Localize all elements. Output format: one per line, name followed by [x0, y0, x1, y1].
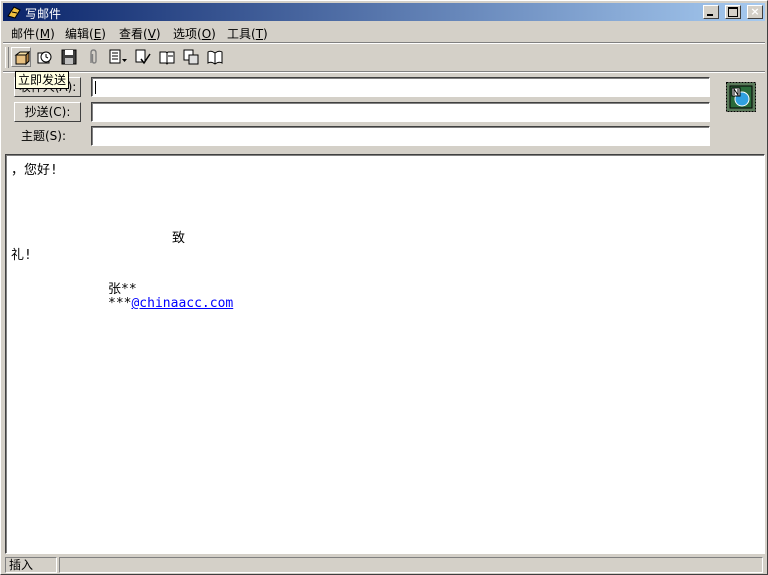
minimize-button[interactable] — [703, 5, 720, 19]
status-bar: 插入 — [3, 556, 765, 574]
closing-text-2: 礼! — [11, 248, 32, 263]
book-icon[interactable] — [205, 47, 225, 67]
send-later-icon[interactable] — [35, 47, 55, 67]
menu-edit[interactable]: 编辑(E) — [65, 25, 106, 42]
format-dropdown-icon[interactable] — [107, 47, 131, 67]
menu-bar: 邮件(M) 编辑(E) 查看(V) 选项(O) 工具(T) — [3, 23, 765, 42]
menu-view[interactable]: 查看(V) — [119, 25, 161, 42]
toolbar — [5, 46, 765, 70]
subject-field[interactable] — [91, 126, 710, 146]
copy-icon[interactable] — [181, 47, 201, 67]
window-title: 写邮件 — [25, 7, 62, 21]
email-link[interactable]: @chinaacc.com — [131, 296, 233, 311]
greeting-text: ，您好! — [11, 163, 58, 178]
spellcheck-icon[interactable] — [133, 47, 153, 67]
to-field[interactable] — [91, 77, 710, 97]
save-icon[interactable] — [59, 47, 79, 67]
title-bar[interactable]: 写邮件 × — [3, 3, 765, 21]
cc-field[interactable] — [91, 102, 710, 122]
menu-separator — [3, 42, 765, 44]
signature-email: ***@chinaacc.com — [108, 296, 234, 311]
status-mode: 插入 — [5, 557, 57, 573]
signature-name: 张** — [108, 282, 137, 297]
closing-text-1: 致 — [172, 231, 186, 246]
send-now-tooltip: 立即发送 — [15, 71, 70, 89]
message-body[interactable]: ，您好! 致 礼! 张** ***@chinaacc.com — [5, 154, 765, 554]
maximize-button[interactable] — [725, 5, 742, 19]
attach-icon[interactable] — [83, 47, 103, 67]
mail-stamp-icon[interactable] — [726, 82, 756, 112]
menu-options[interactable]: 选项(O) — [173, 25, 216, 42]
menu-tools[interactable]: 工具(T) — [227, 25, 268, 42]
app-icon — [6, 4, 22, 20]
subject-label: 主题(S): — [21, 129, 67, 143]
text-cursor — [95, 81, 96, 94]
send-now-icon[interactable] — [11, 47, 31, 67]
toolbar-grip[interactable] — [5, 47, 9, 68]
toolbar-separator — [3, 71, 765, 73]
menu-mail[interactable]: 邮件(M) — [11, 25, 55, 42]
status-pane-main — [59, 557, 763, 573]
cc-button[interactable]: 抄送(C): — [14, 102, 81, 122]
compose-window: 写邮件 × 邮件(M) 编辑(E) 查看(V) 选项(O) 工具(T) 立即发送… — [0, 0, 768, 575]
close-button[interactable]: × — [747, 5, 763, 19]
address-book-icon[interactable] — [157, 47, 177, 67]
